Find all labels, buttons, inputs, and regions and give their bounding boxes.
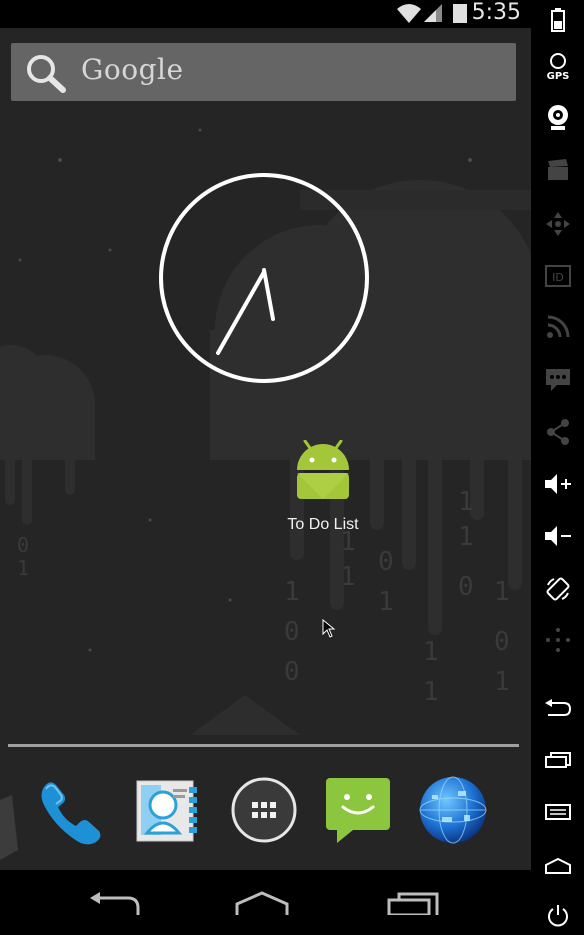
back-icon[interactable] xyxy=(531,688,584,728)
svg-text:1: 1 xyxy=(458,522,474,552)
navigation-bar xyxy=(0,870,531,915)
dock-divider xyxy=(8,744,519,747)
svg-text:1: 1 xyxy=(494,667,510,697)
svg-text:ID: ID xyxy=(552,271,564,284)
sms-icon[interactable] xyxy=(531,360,584,400)
video-icon[interactable] xyxy=(531,150,584,190)
id-icon[interactable]: ID xyxy=(531,256,584,296)
svg-text:0: 0 xyxy=(284,617,300,647)
status-time: 5:35 xyxy=(471,0,521,25)
dpad-alt-icon[interactable] xyxy=(531,620,584,660)
svg-text:1: 1 xyxy=(340,562,356,592)
wallpaper-image: 1 0 0 1 1 0 1 1 1 1 1 0 1 0 1 0 1 xyxy=(0,0,531,870)
back-icon[interactable] xyxy=(88,892,140,915)
app-label: To Do List xyxy=(287,516,359,533)
svg-text:1: 1 xyxy=(17,556,29,580)
gps-icon[interactable]: GPS xyxy=(531,46,584,86)
battery-icon xyxy=(453,4,467,23)
android-icon xyxy=(297,440,349,499)
volume-down-icon[interactable] xyxy=(531,516,584,556)
svg-text:1: 1 xyxy=(494,577,510,607)
volume-up-icon[interactable] xyxy=(531,464,584,504)
signal-icon xyxy=(424,4,442,22)
rotate-icon[interactable] xyxy=(531,569,584,609)
clock-hour-hand xyxy=(262,268,275,321)
svg-text:0: 0 xyxy=(17,533,29,557)
analog-clock-widget[interactable] xyxy=(158,172,370,384)
svg-text:1: 1 xyxy=(423,677,439,707)
dpad-icon[interactable] xyxy=(531,204,584,244)
svg-text:0: 0 xyxy=(494,627,510,657)
recent-apps-icon[interactable] xyxy=(531,740,584,780)
messaging-icon[interactable] xyxy=(323,775,393,845)
emulator-control-panel: GPS ID xyxy=(531,0,584,927)
wifi-icon xyxy=(397,4,421,23)
rss-icon[interactable] xyxy=(531,307,584,347)
all-apps-icon[interactable] xyxy=(229,775,299,845)
home-icon[interactable] xyxy=(234,890,290,915)
battery-icon xyxy=(531,0,584,40)
clock-minute-hand xyxy=(216,270,266,355)
share-icon[interactable] xyxy=(531,412,584,452)
device-screen: 1 0 0 1 1 0 1 1 1 1 1 0 1 0 1 0 1 5:35 G… xyxy=(0,0,531,915)
svg-text:0: 0 xyxy=(378,547,394,577)
phone-icon[interactable] xyxy=(36,775,106,845)
search-icon xyxy=(27,55,66,93)
svg-text:1: 1 xyxy=(458,487,474,517)
svg-text:1: 1 xyxy=(284,577,300,607)
mouse-cursor-icon xyxy=(322,619,336,638)
svg-text:1: 1 xyxy=(378,587,394,617)
app-shortcut-todo-list[interactable]: To Do List xyxy=(268,440,378,534)
recent-apps-icon[interactable] xyxy=(385,890,441,915)
svg-text:0: 0 xyxy=(458,572,474,602)
contacts-icon[interactable] xyxy=(133,775,203,845)
status-bar: 5:35 xyxy=(0,0,531,28)
menu-icon[interactable] xyxy=(531,792,584,832)
browser-globe-icon[interactable] xyxy=(418,775,488,845)
svg-text:1: 1 xyxy=(423,637,439,667)
search-label: Google xyxy=(81,53,184,86)
svg-text:0: 0 xyxy=(284,657,300,687)
camera-icon[interactable] xyxy=(531,98,584,138)
svg-text:GPS: GPS xyxy=(546,71,569,81)
power-icon[interactable] xyxy=(531,895,584,935)
home-icon[interactable] xyxy=(531,845,584,885)
google-search-bar[interactable]: Google xyxy=(11,43,516,101)
